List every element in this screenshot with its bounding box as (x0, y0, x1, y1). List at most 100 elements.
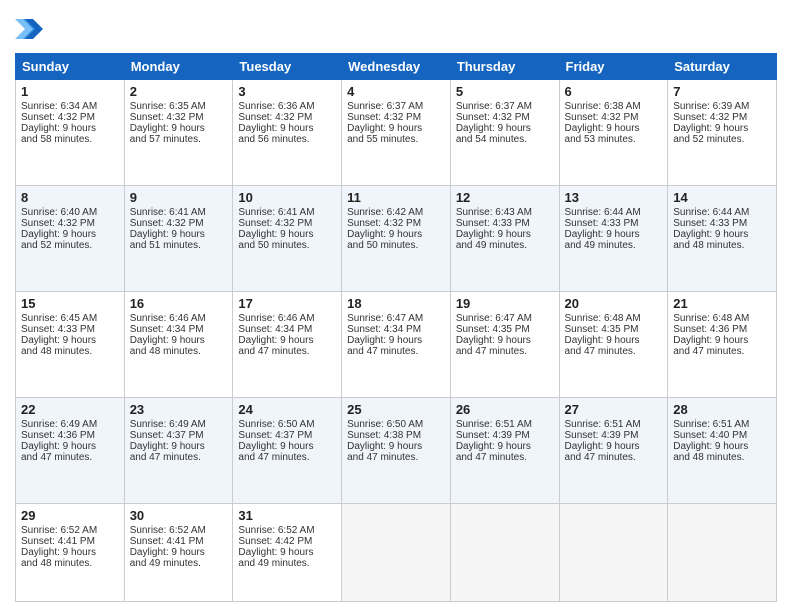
cell-line: and 49 minutes. (565, 240, 663, 251)
calendar-cell (450, 503, 559, 602)
cell-line: Sunrise: 6:49 AM (130, 419, 228, 430)
cell-line: Sunset: 4:35 PM (456, 324, 554, 335)
cell-line: Sunrise: 6:45 AM (21, 313, 119, 324)
calendar-cell: 21Sunrise: 6:48 AMSunset: 4:36 PMDayligh… (668, 291, 777, 397)
cell-line: and 47 minutes. (238, 346, 336, 357)
calendar-week-row: 15Sunrise: 6:45 AMSunset: 4:33 PMDayligh… (16, 291, 777, 397)
cell-line: Sunrise: 6:42 AM (347, 207, 445, 218)
day-number: 3 (238, 84, 336, 99)
calendar-cell (342, 503, 451, 602)
cell-line: Sunrise: 6:43 AM (456, 207, 554, 218)
calendar-cell: 1Sunrise: 6:34 AMSunset: 4:32 PMDaylight… (16, 80, 125, 186)
cell-line: Sunset: 4:34 PM (238, 324, 336, 335)
cell-line: and 55 minutes. (347, 134, 445, 145)
cell-line: Sunrise: 6:51 AM (456, 419, 554, 430)
day-number: 2 (130, 84, 228, 99)
day-number: 29 (21, 508, 119, 523)
calendar-week-row: 8Sunrise: 6:40 AMSunset: 4:32 PMDaylight… (16, 185, 777, 291)
cell-line: Daylight: 9 hours (238, 229, 336, 240)
cell-line: Sunrise: 6:46 AM (130, 313, 228, 324)
cell-line: Sunset: 4:32 PM (565, 112, 663, 123)
cell-line: Sunset: 4:41 PM (130, 536, 228, 547)
cell-line: Sunset: 4:39 PM (565, 430, 663, 441)
header (15, 15, 777, 43)
cell-line: Sunset: 4:33 PM (456, 218, 554, 229)
day-number: 4 (347, 84, 445, 99)
calendar-cell: 27Sunrise: 6:51 AMSunset: 4:39 PMDayligh… (559, 397, 668, 503)
cell-line: Sunset: 4:32 PM (21, 218, 119, 229)
cell-line: Sunrise: 6:52 AM (21, 525, 119, 536)
cell-line: and 48 minutes. (673, 452, 771, 463)
calendar-cell: 7Sunrise: 6:39 AMSunset: 4:32 PMDaylight… (668, 80, 777, 186)
calendar-cell: 16Sunrise: 6:46 AMSunset: 4:34 PMDayligh… (124, 291, 233, 397)
cell-line: Sunrise: 6:52 AM (130, 525, 228, 536)
cell-line: and 47 minutes. (238, 452, 336, 463)
cell-line: Daylight: 9 hours (673, 123, 771, 134)
day-number: 14 (673, 190, 771, 205)
day-number: 24 (238, 402, 336, 417)
cell-line: Sunset: 4:38 PM (347, 430, 445, 441)
cell-line: Sunrise: 6:41 AM (238, 207, 336, 218)
cell-line: Sunrise: 6:34 AM (21, 101, 119, 112)
calendar-cell: 20Sunrise: 6:48 AMSunset: 4:35 PMDayligh… (559, 291, 668, 397)
calendar-cell: 5Sunrise: 6:37 AMSunset: 4:32 PMDaylight… (450, 80, 559, 186)
calendar-cell (559, 503, 668, 602)
cell-line: and 48 minutes. (21, 346, 119, 357)
calendar-cell: 10Sunrise: 6:41 AMSunset: 4:32 PMDayligh… (233, 185, 342, 291)
cell-line: Sunset: 4:40 PM (673, 430, 771, 441)
cell-line: Sunset: 4:32 PM (130, 218, 228, 229)
cell-line: Sunrise: 6:35 AM (130, 101, 228, 112)
cell-line: Sunset: 4:33 PM (673, 218, 771, 229)
day-number: 7 (673, 84, 771, 99)
cell-line: Daylight: 9 hours (565, 441, 663, 452)
calendar-cell: 22Sunrise: 6:49 AMSunset: 4:36 PMDayligh… (16, 397, 125, 503)
day-number: 9 (130, 190, 228, 205)
calendar-table: SundayMondayTuesdayWednesdayThursdayFrid… (15, 53, 777, 602)
calendar-header-row: SundayMondayTuesdayWednesdayThursdayFrid… (16, 54, 777, 80)
cell-line: Sunrise: 6:37 AM (347, 101, 445, 112)
calendar-cell: 18Sunrise: 6:47 AMSunset: 4:34 PMDayligh… (342, 291, 451, 397)
day-number: 16 (130, 296, 228, 311)
calendar-cell: 8Sunrise: 6:40 AMSunset: 4:32 PMDaylight… (16, 185, 125, 291)
cell-line: Daylight: 9 hours (456, 441, 554, 452)
cell-line: Sunrise: 6:37 AM (456, 101, 554, 112)
cell-line: Daylight: 9 hours (238, 123, 336, 134)
calendar-cell: 2Sunrise: 6:35 AMSunset: 4:32 PMDaylight… (124, 80, 233, 186)
cell-line: Sunrise: 6:46 AM (238, 313, 336, 324)
day-number: 22 (21, 402, 119, 417)
cell-line: and 47 minutes. (456, 452, 554, 463)
day-number: 12 (456, 190, 554, 205)
cell-line: Sunset: 4:32 PM (456, 112, 554, 123)
cell-line: Daylight: 9 hours (347, 229, 445, 240)
calendar-week-row: 1Sunrise: 6:34 AMSunset: 4:32 PMDaylight… (16, 80, 777, 186)
calendar-week-row: 22Sunrise: 6:49 AMSunset: 4:36 PMDayligh… (16, 397, 777, 503)
cell-line: Daylight: 9 hours (130, 123, 228, 134)
calendar-cell: 23Sunrise: 6:49 AMSunset: 4:37 PMDayligh… (124, 397, 233, 503)
calendar-cell: 25Sunrise: 6:50 AMSunset: 4:38 PMDayligh… (342, 397, 451, 503)
day-header-thursday: Thursday (450, 54, 559, 80)
cell-line: and 48 minutes. (21, 558, 119, 569)
day-number: 6 (565, 84, 663, 99)
cell-line: Sunset: 4:37 PM (130, 430, 228, 441)
cell-line: Daylight: 9 hours (238, 335, 336, 346)
cell-line: Sunrise: 6:44 AM (673, 207, 771, 218)
cell-line: Daylight: 9 hours (456, 123, 554, 134)
day-number: 30 (130, 508, 228, 523)
cell-line: Daylight: 9 hours (21, 547, 119, 558)
cell-line: Daylight: 9 hours (347, 335, 445, 346)
cell-line: Daylight: 9 hours (456, 229, 554, 240)
cell-line: and 56 minutes. (238, 134, 336, 145)
cell-line: Daylight: 9 hours (130, 335, 228, 346)
cell-line: Sunrise: 6:50 AM (238, 419, 336, 430)
day-number: 20 (565, 296, 663, 311)
day-number: 31 (238, 508, 336, 523)
cell-line: and 48 minutes. (673, 240, 771, 251)
cell-line: Sunset: 4:32 PM (347, 112, 445, 123)
cell-line: Daylight: 9 hours (130, 229, 228, 240)
cell-line: Sunset: 4:32 PM (238, 218, 336, 229)
day-number: 23 (130, 402, 228, 417)
cell-line: and 49 minutes. (130, 558, 228, 569)
cell-line: Sunset: 4:32 PM (347, 218, 445, 229)
calendar-cell: 14Sunrise: 6:44 AMSunset: 4:33 PMDayligh… (668, 185, 777, 291)
cell-line: Sunset: 4:42 PM (238, 536, 336, 547)
